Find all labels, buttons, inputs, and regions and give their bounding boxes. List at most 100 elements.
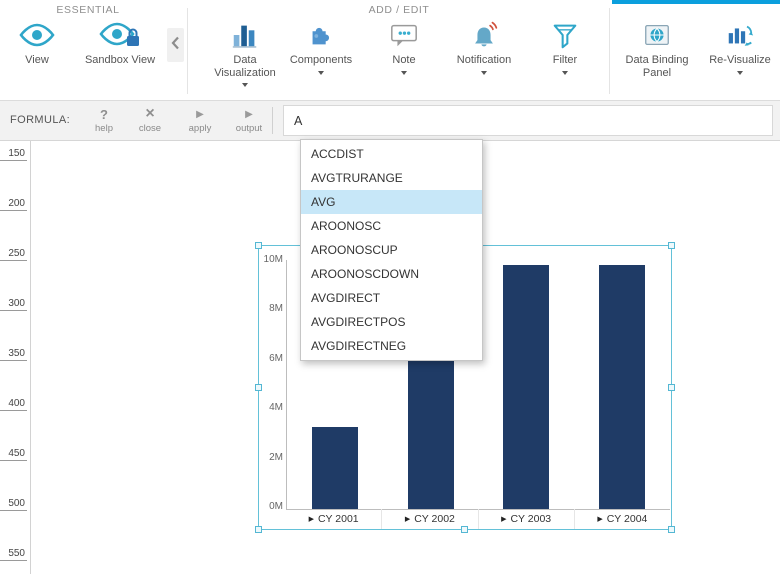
ruler-mark: 350 [0,348,27,361]
formula-output-button[interactable]: ▶ output [226,101,272,140]
formula-input[interactable] [283,105,773,136]
y-tick-label: 4M [269,402,283,414]
ribbon-button-label: Data Binding Panel [625,54,689,79]
formula-bar-separator [272,107,273,134]
drill-icon: ▶ [501,515,507,523]
y-tick-label: 10M [263,254,283,265]
autocomplete-item[interactable]: AVGDIRECTPOS [301,310,482,334]
ribbon-group-header-addedit: ADD / EDIT [368,4,430,16]
y-tick-label: 8M [269,303,283,315]
selection-handle[interactable] [255,526,262,533]
puzzle-icon [306,16,336,54]
play-icon: ▶ [196,109,204,120]
chevron-down-icon[interactable] [562,70,568,75]
chevron-down-icon[interactable] [481,70,487,75]
ribbon-separator [609,8,610,94]
y-tick-label: 6M [269,352,283,364]
formula-output-label: output [235,123,263,134]
category-label[interactable]: ▶ CY 2004 [573,509,670,529]
drill-icon: ▶ [404,515,411,523]
bar[interactable] [503,264,550,509]
ribbon-button-label: View [25,54,49,66]
play-icon: ▶ [245,109,253,120]
ribbon-toolbar: ESSENTIAL ADD / EDIT View Sandbox View D… [0,0,780,100]
question-icon: ? [100,107,108,122]
autocomplete-item[interactable]: AVGDIRECT [301,286,482,310]
ribbon-button-notification[interactable]: Notification [446,16,522,98]
ribbon-button-label: Data Visualization [214,54,276,79]
formula-close-label: close [138,123,162,134]
autocomplete-item[interactable]: AROONOSCUP [301,238,482,262]
eye-lock-icon [98,16,142,54]
ruler-mark: 500 [0,498,27,511]
filter-icon [550,16,580,54]
selection-handle[interactable] [668,242,675,249]
ribbon-button-sandbox-view[interactable]: Sandbox View [72,16,168,98]
ruler-mark: 150 [0,148,27,161]
y-tick-label: 0M [269,500,283,512]
active-group-indicator [612,0,780,4]
ribbon-button-components[interactable]: Components [289,16,353,98]
formula-help-label: help [95,123,113,134]
ribbon-button-data-binding-panel[interactable]: Data Binding Panel [614,16,700,98]
ruler-mark: 400 [0,398,27,411]
selection-handle[interactable] [255,242,262,249]
autocomplete-item[interactable]: AVGTRURANGE [301,166,482,190]
bell-icon [469,16,499,54]
bar[interactable] [407,359,454,509]
vertical-ruler [30,141,31,574]
chevron-down-icon[interactable] [242,83,248,88]
ruler-mark: 250 [0,248,27,261]
ribbon-button-label: Sandbox View [84,54,156,66]
formula-close-button[interactable]: × close [130,101,170,140]
formula-bar-label: FORMULA: [10,114,71,126]
bar[interactable] [599,264,646,509]
y-axis-labels: 10M 8M 6M 4M 2M 0M [259,254,283,512]
category-label[interactable]: ▶ CY 2002 [381,509,477,529]
ribbon-button-label: Components [289,54,353,66]
drill-icon: ▶ [597,515,603,523]
y-tick-label: 2M [269,451,283,463]
chevron-down-icon[interactable] [318,70,324,75]
chevron-down-icon[interactable] [737,70,743,75]
formula-apply-button[interactable]: ▶ apply [180,101,220,140]
ruler-mark: 450 [0,448,27,461]
revisualize-icon [725,16,755,54]
ruler-mark: 200 [0,198,27,211]
ruler-mark: 300 [0,298,27,311]
bar[interactable] [311,426,358,509]
category-label[interactable]: ▶ CY 2003 [477,509,574,529]
formula-bar: FORMULA: ? help × close ▶ apply ▶ output [0,100,780,141]
ribbon-button-re-visualize[interactable]: Re-Visualize [702,16,778,98]
autocomplete-item[interactable]: AVGDIRECTNEG [301,334,482,358]
autocomplete-item[interactable]: AROONOSCDOWN [301,262,482,286]
autocomplete-item[interactable]: AROONOSC [301,214,482,238]
autocomplete-dropdown: ACCDIST AVGTRURANGE AVG AROONOSC AROONOS… [300,139,483,361]
ribbon-button-view[interactable]: View [6,16,68,98]
close-icon: × [145,105,155,122]
ribbon-button-label: Re-Visualize [709,54,771,66]
ribbon-button-label: Filter [552,54,578,66]
x-axis-labels: ▶ CY 2001 ▶ CY 2002 ▶ CY 2003 ▶ CY 2004 [286,509,670,529]
drill-icon: ▶ [308,515,314,523]
ribbon-button-filter[interactable]: Filter [538,16,592,98]
ribbon-collapse-button[interactable] [167,28,184,62]
ribbon-button-data-visualization[interactable]: Data Visualization [203,16,287,98]
autocomplete-item[interactable]: ACCDIST [301,142,482,166]
ribbon-button-note[interactable]: Note [378,16,430,98]
chevron-down-icon[interactable] [401,70,407,75]
formula-help-button[interactable]: ? help [84,101,124,140]
data-binding-icon [642,16,672,54]
category-label[interactable]: ▶ CY 2001 [286,509,381,529]
ribbon-group-header-essential: ESSENTIAL [56,4,120,16]
ribbon-button-label: Note [392,54,416,66]
app-window: ESSENTIAL ADD / EDIT View Sandbox View D… [0,0,780,574]
chevron-left-icon [171,36,180,55]
ribbon-button-label: Notification [456,54,512,66]
formula-apply-label: apply [188,123,212,134]
autocomplete-item[interactable]: AVG [301,190,482,214]
note-icon [389,16,419,54]
eye-icon [17,16,57,54]
ribbon-separator [187,8,188,94]
ruler-mark: 550 [0,548,27,561]
